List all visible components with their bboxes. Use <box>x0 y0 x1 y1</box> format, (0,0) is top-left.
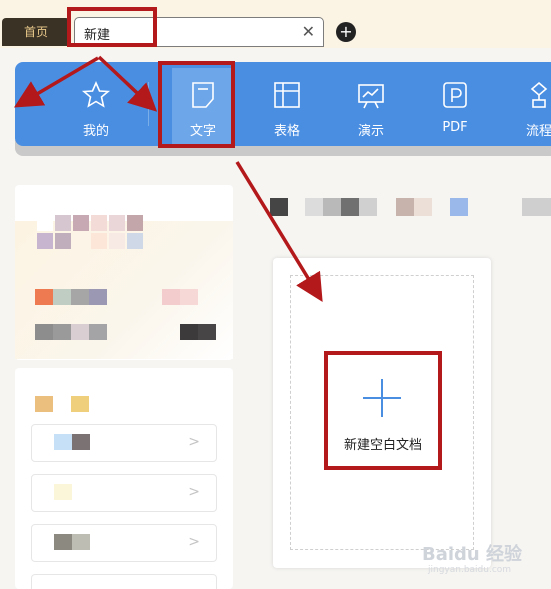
tool-flow-label: 流程 <box>525 124 551 139</box>
tool-pdf-label: PDF <box>442 120 468 135</box>
star-icon <box>81 81 111 108</box>
blurred-strip-end <box>522 198 551 216</box>
tool-presentation[interactable]: 演示 <box>340 62 402 146</box>
recent-item[interactable]: > <box>31 474 217 512</box>
watermark: Baidu 经验 <box>422 544 523 565</box>
pdf-icon <box>443 82 467 108</box>
app-type-toolbar: 我的 文字 表格 演示 PDF 流程 <box>15 62 551 146</box>
recent-item[interactable]: > <box>31 424 217 462</box>
left-panel-templates <box>15 185 233 360</box>
watermark-sub: jingyan.baidu.com <box>428 565 512 575</box>
blurred-strip <box>270 198 490 216</box>
close-icon[interactable]: ✕ <box>302 23 315 41</box>
tab-home[interactable]: 首页 <box>2 18 70 46</box>
left-panel-recent: > > > <box>15 368 233 589</box>
annotation-box-new-tab <box>67 7 157 47</box>
recent-item[interactable]: > <box>31 524 217 562</box>
add-tab-button[interactable]: + <box>336 22 356 42</box>
toolbar-divider <box>148 82 149 126</box>
chevron-right-icon: > <box>188 484 200 500</box>
chevron-right-icon: > <box>188 434 200 450</box>
chevron-right-icon: > <box>188 534 200 550</box>
tool-flow[interactable]: 流程 <box>508 62 551 146</box>
annotation-box-new-doc <box>324 351 442 470</box>
tool-mine[interactable]: 我的 <box>65 62 127 146</box>
tool-table-label: 表格 <box>273 124 300 139</box>
tool-pdf[interactable]: PDF <box>424 62 486 146</box>
tool-mine-label: 我的 <box>82 124 109 139</box>
presentation-icon <box>358 84 384 109</box>
recent-item[interactable] <box>31 574 217 589</box>
annotation-box-text-tool <box>158 61 235 148</box>
flowchart-icon <box>530 81 548 108</box>
tool-table[interactable]: 表格 <box>256 62 318 146</box>
table-icon <box>274 82 300 108</box>
tool-presentation-label: 演示 <box>357 124 384 139</box>
